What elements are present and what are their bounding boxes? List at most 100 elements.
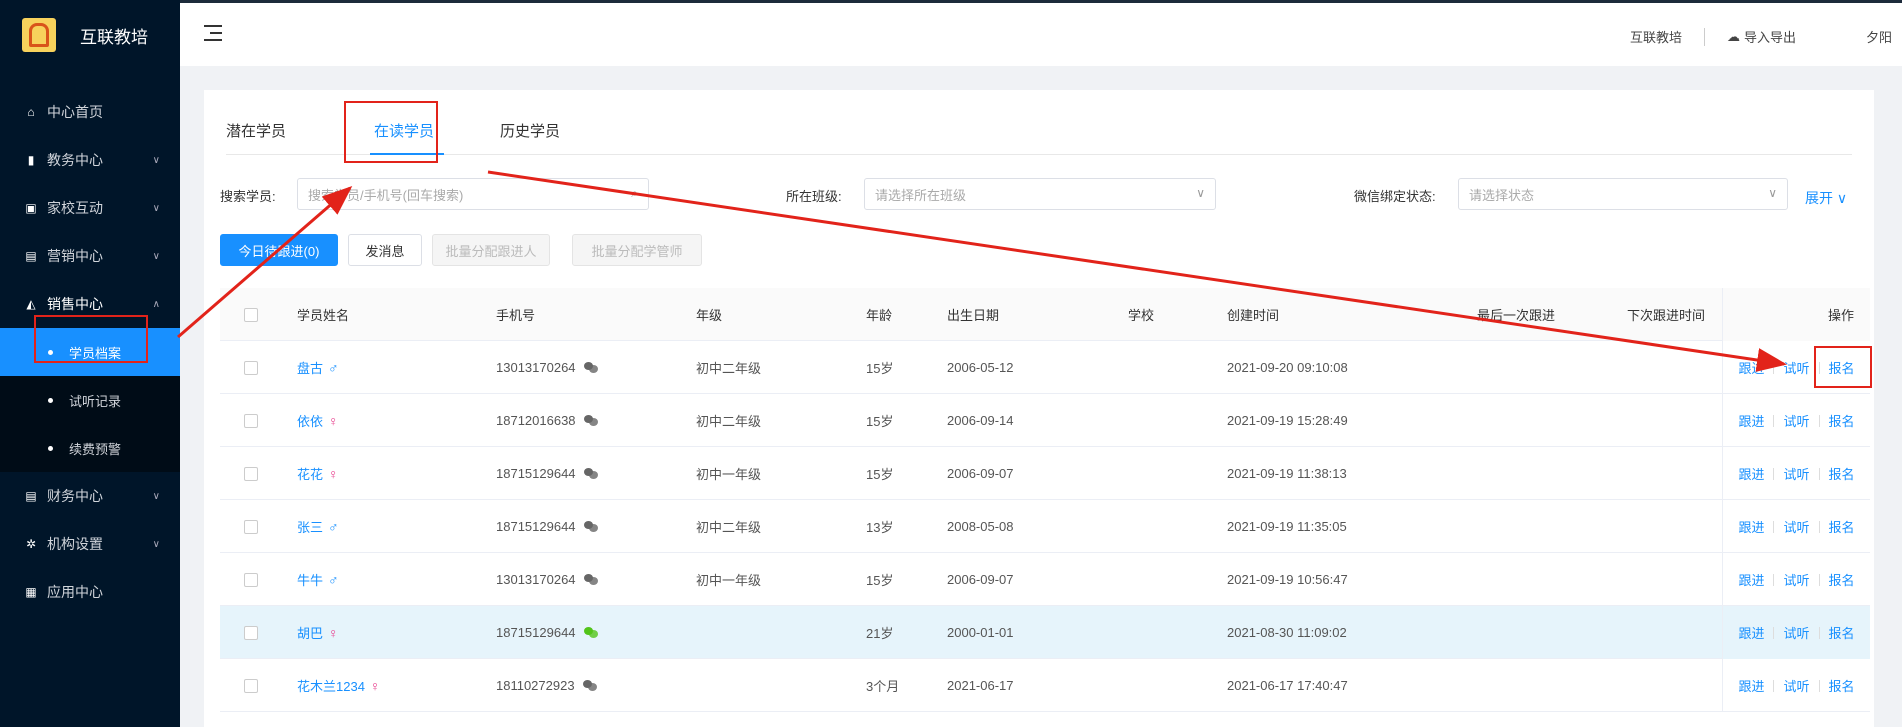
select-all-checkbox[interactable] bbox=[244, 307, 258, 322]
follow-up-link[interactable]: 跟进 bbox=[1738, 358, 1764, 377]
logo-row[interactable]: 互联教培 bbox=[0, 0, 180, 70]
follow-up-link[interactable]: 跟进 bbox=[1738, 464, 1764, 483]
student-name-link[interactable]: 花花 bbox=[297, 464, 323, 483]
signup-link[interactable]: 报名 bbox=[1829, 411, 1855, 430]
bag-icon: ▤ bbox=[25, 249, 37, 263]
class-select[interactable]: 请选择所在班级 ∨ bbox=[864, 178, 1216, 210]
row-checkbox[interactable] bbox=[244, 625, 258, 640]
phone-number: 18715129644 bbox=[496, 466, 576, 481]
wechat-icon bbox=[583, 362, 598, 373]
row-checkbox[interactable] bbox=[244, 678, 258, 693]
follow-up-link[interactable]: 跟进 bbox=[1738, 517, 1764, 536]
follow-up-link[interactable]: 跟进 bbox=[1738, 570, 1764, 589]
menu-fold-icon[interactable] bbox=[204, 25, 222, 41]
wechat-placeholder: 请选择状态 bbox=[1469, 187, 1535, 203]
student-name-link[interactable]: 盘古 bbox=[297, 358, 323, 377]
phone-number: 18712016638 bbox=[496, 413, 576, 428]
send-message-button[interactable]: 发消息 bbox=[348, 234, 422, 266]
grade-cell: 初中二年级 bbox=[696, 520, 762, 535]
bullet-icon bbox=[48, 397, 53, 403]
phone-number: 13013170264 bbox=[496, 572, 576, 587]
col-next-follow: 下次跟进时间 bbox=[1627, 308, 1706, 323]
trial-link[interactable]: 试听 bbox=[1783, 358, 1809, 377]
import-export-button[interactable]: ☁ 导入导出 bbox=[1727, 27, 1796, 46]
search-icon: ⌕ bbox=[631, 186, 638, 200]
female-icon: ♀ bbox=[369, 677, 381, 694]
search-input[interactable]: 搜索学员/手机号(回车搜索) ⌕ bbox=[297, 178, 649, 210]
chevron-down-icon: ∨ bbox=[152, 490, 160, 502]
sidebar-item-sales[interactable]: ◭ 销售中心 ∧ bbox=[0, 280, 180, 328]
tab-history[interactable]: 历史学员 bbox=[500, 120, 560, 141]
student-name-link[interactable]: 牛牛 bbox=[297, 570, 323, 589]
sidebar-item-apps[interactable]: ▦ 应用中心 bbox=[0, 568, 180, 616]
row-checkbox[interactable] bbox=[244, 360, 258, 375]
row-checkbox[interactable] bbox=[244, 519, 258, 534]
wechat-icon bbox=[582, 680, 597, 691]
sidebar-subitem-student-records[interactable]: 学员档案 bbox=[0, 328, 180, 376]
table-row: 盘古 ♂ 13013170264 初中二年级 15岁 2006-05-12 2021-09-… bbox=[220, 341, 1870, 394]
signup-link[interactable]: 报名 bbox=[1829, 676, 1855, 695]
trial-link[interactable]: 试听 bbox=[1783, 570, 1809, 589]
tab-potential[interactable]: 潜在学员 bbox=[226, 120, 286, 141]
trial-link[interactable]: 试听 bbox=[1783, 676, 1809, 695]
trial-link[interactable]: 试听 bbox=[1783, 623, 1809, 642]
row-checkbox[interactable] bbox=[244, 413, 258, 428]
student-name-link[interactable]: 花木兰1234 bbox=[297, 676, 365, 695]
tab-enrolled[interactable]: 在读学员 bbox=[374, 120, 434, 141]
signup-link[interactable]: 报名 bbox=[1829, 464, 1855, 483]
op-divider bbox=[1773, 679, 1775, 692]
created-time-cell: 2021-09-19 11:38:13 bbox=[1227, 466, 1347, 481]
follow-up-link[interactable]: 跟进 bbox=[1738, 623, 1764, 642]
sidebar-subitem-renewal-alert[interactable]: 续费预警 bbox=[0, 424, 180, 472]
search-label: 搜索学员: bbox=[220, 189, 276, 204]
age-cell: 15岁 bbox=[866, 414, 894, 429]
signup-link[interactable]: 报名 bbox=[1829, 358, 1855, 377]
row-checkbox[interactable] bbox=[244, 572, 258, 587]
male-icon: ♂ bbox=[328, 518, 339, 535]
student-name-link[interactable]: 依依 bbox=[297, 411, 323, 430]
op-divider bbox=[1773, 467, 1775, 480]
phone-number: 18715129644 bbox=[496, 625, 576, 640]
user-name[interactable]: 夕阳 bbox=[1866, 27, 1892, 46]
row-checkbox[interactable] bbox=[244, 466, 258, 481]
phone-number: 13013170264 bbox=[496, 360, 576, 375]
created-time-cell: 2021-08-30 11:09:02 bbox=[1227, 625, 1347, 640]
sidebar-item-settings[interactable]: ✲ 机构设置 ∨ bbox=[0, 520, 180, 568]
sidebar-item-finance[interactable]: ▤ 财务中心 ∨ bbox=[0, 472, 180, 520]
trial-link[interactable]: 试听 bbox=[1783, 517, 1809, 536]
col-name: 学员姓名 bbox=[297, 308, 350, 323]
col-created: 创建时间 bbox=[1227, 308, 1280, 323]
batch-assign-manager-button[interactable]: 批量分配学管师 bbox=[572, 234, 702, 266]
row-actions: 跟进 试听 报名 bbox=[1722, 394, 1870, 447]
wechat-status-select[interactable]: 请选择状态 ∨ bbox=[1458, 178, 1788, 210]
sidebar-item-marketing[interactable]: ▤ 营销中心 ∨ bbox=[0, 232, 180, 280]
student-name-link[interactable]: 胡巴 bbox=[297, 623, 323, 642]
chevron-down-icon: ∨ bbox=[1196, 186, 1205, 200]
follow-up-link[interactable]: 跟进 bbox=[1738, 676, 1764, 695]
follow-up-link[interactable]: 跟进 bbox=[1738, 411, 1764, 430]
age-cell: 15岁 bbox=[866, 361, 894, 376]
signup-link[interactable]: 报名 bbox=[1829, 517, 1855, 536]
org-name[interactable]: 互联教培 bbox=[1630, 27, 1682, 46]
batch-assign-follower-button[interactable]: 批量分配跟进人 bbox=[432, 234, 550, 266]
signup-link[interactable]: 报名 bbox=[1829, 570, 1855, 589]
sales-submenu: 学员档案 试听记录 续费预警 bbox=[0, 328, 180, 472]
signup-link[interactable]: 报名 bbox=[1829, 623, 1855, 642]
created-time-cell: 2021-09-20 09:10:08 bbox=[1227, 360, 1348, 375]
header-right: 互联教培 ☁ 导入导出 夕阳 bbox=[1630, 27, 1892, 46]
trial-link[interactable]: 试听 bbox=[1783, 464, 1809, 483]
expand-filters-link[interactable]: 展开 ∨ bbox=[1805, 188, 1847, 208]
birth-date-cell: 2006-09-07 bbox=[947, 466, 1014, 481]
sidebar-item-home-school[interactable]: ▣ 家校互动 ∨ bbox=[0, 184, 180, 232]
col-last-follow: 最后一次跟进 bbox=[1477, 308, 1556, 323]
sidebar-item-academic[interactable]: ▮ 教务中心 ∨ bbox=[0, 136, 180, 184]
home-icon: ⌂ bbox=[27, 105, 35, 119]
sidebar-subitem-trial-records[interactable]: 试听记录 bbox=[0, 376, 180, 424]
op-divider bbox=[1773, 573, 1775, 586]
sales-icon: ◭ bbox=[26, 297, 36, 311]
grid-icon: ▦ bbox=[25, 585, 37, 599]
today-follow-button[interactable]: 今日待跟进(0) bbox=[220, 234, 338, 266]
student-name-link[interactable]: 张三 bbox=[297, 517, 323, 536]
sidebar-item-home[interactable]: ⌂ 中心首页 bbox=[0, 88, 180, 136]
trial-link[interactable]: 试听 bbox=[1783, 411, 1809, 430]
